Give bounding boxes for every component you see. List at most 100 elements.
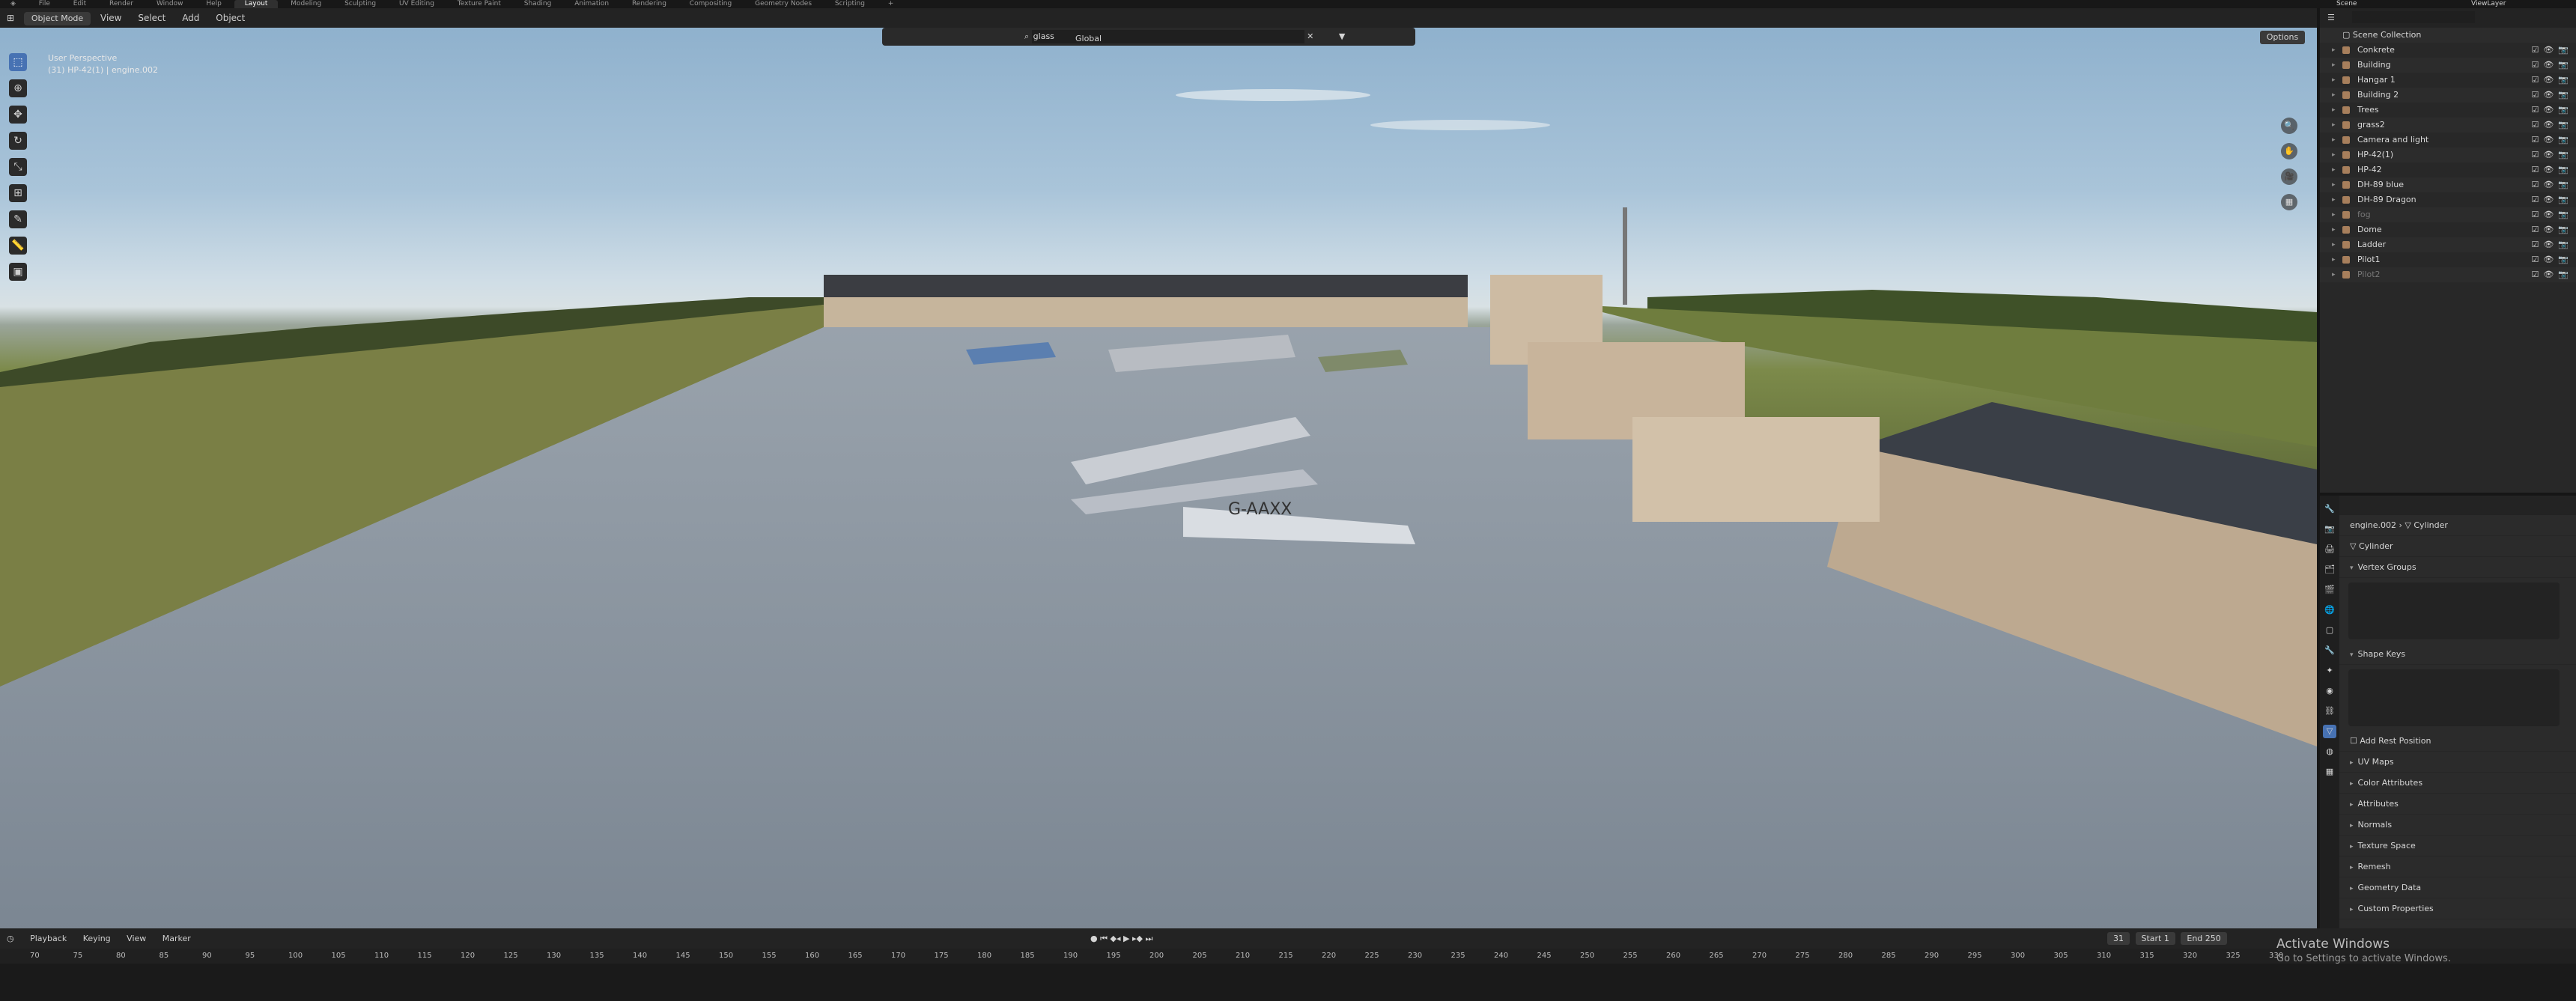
panel-shape-keys[interactable]: ▾ Shape Keys: [2339, 644, 2576, 665]
outliner-item[interactable]: ▸ DH-89 Dragon ☑👁📷: [2320, 192, 2576, 207]
add-rest-position-checkbox[interactable]: ☐ Add Rest Position: [2339, 731, 2576, 752]
record-icon[interactable]: ●: [1090, 934, 1098, 943]
tab-sculpting[interactable]: Sculpting: [334, 0, 386, 8]
outliner-item[interactable]: ▸ Building ☑👁📷: [2320, 58, 2576, 73]
visibility-toggles[interactable]: ☑👁📷: [2531, 103, 2573, 118]
visibility-toggles[interactable]: ☑👁📷: [2531, 252, 2573, 267]
scene-tab-icon[interactable]: 🎬: [2323, 583, 2336, 597]
outliner-item[interactable]: ▸ Trees ☑👁📷: [2320, 103, 2576, 118]
search-input[interactable]: [1031, 29, 1304, 43]
outliner-item[interactable]: ▸ Conkrete ☑👁📷: [2320, 43, 2576, 58]
expand-chevron-icon[interactable]: ▸: [2332, 73, 2336, 88]
jump-start-icon[interactable]: ⏮: [1100, 934, 1108, 943]
measure-tool-icon[interactable]: 📏: [9, 237, 27, 255]
visibility-toggles[interactable]: ☑👁📷: [2531, 162, 2573, 177]
select-box-tool-icon[interactable]: ⬚: [9, 53, 27, 71]
timeline-area[interactable]: 70 75 80 85 90 95 100 105 110 115 120 125 130 135 140 1…: [0, 949, 2576, 1001]
tab-shading[interactable]: Shading: [514, 0, 562, 8]
add-cube-tool-icon[interactable]: ▣: [9, 263, 27, 281]
outliner-item[interactable]: ▸ HP-42(1) ☑👁📷: [2320, 147, 2576, 162]
timeline-editor-icon[interactable]: ◷: [0, 928, 21, 949]
camera-view-icon[interactable]: 🎥: [2281, 168, 2297, 185]
pan-hand-icon[interactable]: ✋: [2281, 143, 2297, 159]
editor-type-icon[interactable]: ⊞: [0, 8, 21, 28]
expand-chevron-icon[interactable]: ▸: [2332, 162, 2336, 177]
menu-view[interactable]: View: [94, 8, 128, 28]
expand-chevron-icon[interactable]: ▸: [2332, 88, 2336, 103]
constraints-tab-icon[interactable]: ⛓: [2323, 705, 2336, 718]
vertex-groups-list[interactable]: [2348, 582, 2560, 639]
object-tab-icon[interactable]: ▢: [2323, 624, 2336, 637]
visibility-toggles[interactable]: ☑👁📷: [2531, 147, 2573, 162]
zoom-icon[interactable]: 🔍: [2281, 118, 2297, 134]
menu-view-timeline[interactable]: View: [120, 928, 153, 949]
play-icon[interactable]: ▶: [1123, 934, 1129, 943]
rotate-tool-icon[interactable]: ↻: [9, 132, 27, 150]
add-workspace-icon[interactable]: +: [878, 0, 905, 8]
panel-custom-properties[interactable]: ▸ Custom Properties: [2339, 898, 2576, 919]
visibility-toggles[interactable]: ☑👁📷: [2531, 88, 2573, 103]
expand-chevron-icon[interactable]: ▸: [2332, 252, 2336, 267]
outliner-item[interactable]: ▸ HP-42 ☑👁📷: [2320, 162, 2576, 177]
expand-chevron-icon[interactable]: ▸: [2332, 133, 2336, 147]
options-button[interactable]: Options: [2260, 31, 2305, 44]
jump-end-icon[interactable]: ⏭: [1145, 934, 1152, 943]
transform-tool-icon[interactable]: ⊞: [9, 184, 27, 202]
menu-edit[interactable]: Edit: [63, 0, 97, 8]
expand-chevron-icon[interactable]: ▸: [2332, 177, 2336, 192]
particles-tab-icon[interactable]: ✦: [2323, 664, 2336, 678]
outliner-item[interactable]: ▸ DH-89 blue ☑👁📷: [2320, 177, 2576, 192]
tab-animation[interactable]: Animation: [564, 0, 619, 8]
panel-remesh[interactable]: ▸ Remesh: [2339, 857, 2576, 877]
output-tab-icon[interactable]: 🖨: [2323, 543, 2336, 556]
mesh-datablock-selector[interactable]: ▽ Cylinder: [2339, 536, 2576, 557]
scene-collection-row[interactable]: ▢ Scene Collection: [2320, 28, 2576, 43]
visibility-toggles[interactable]: ☑👁📷: [2531, 133, 2573, 147]
menu-marker[interactable]: Marker: [156, 928, 198, 949]
panel-color-attributes[interactable]: ▸ Color Attributes: [2339, 773, 2576, 794]
expand-chevron-icon[interactable]: ▸: [2332, 207, 2336, 222]
panel-geometry-data[interactable]: ▸ Geometry Data: [2339, 877, 2576, 898]
outliner-item[interactable]: ▸ Camera and light ☑👁📷: [2320, 133, 2576, 147]
next-key-icon[interactable]: ▸◆: [1132, 934, 1143, 943]
tab-texture-paint[interactable]: Texture Paint: [447, 0, 511, 8]
visibility-toggles[interactable]: ☑👁📷: [2531, 267, 2573, 282]
physics-tab-icon[interactable]: ◉: [2323, 684, 2336, 698]
menu-select[interactable]: Select: [131, 8, 172, 28]
visibility-toggles[interactable]: ☑👁📷: [2531, 43, 2573, 58]
scale-tool-icon[interactable]: ⤡: [9, 158, 27, 176]
tab-scripting[interactable]: Scripting: [824, 0, 875, 8]
shape-keys-list[interactable]: [2348, 669, 2560, 726]
outliner-item[interactable]: ▸ fog ☑👁📷: [2320, 207, 2576, 222]
outliner-item[interactable]: ▸ grass2 ☑👁📷: [2320, 118, 2576, 133]
material-tab-icon[interactable]: ◍: [2323, 745, 2336, 758]
expand-chevron-icon[interactable]: ▸: [2332, 58, 2336, 73]
3d-viewport[interactable]: G-AAXX ⬚ ⊕ ✥ ↻ ⤡ ⊞ ✎ 📏 ▣ User Perspectiv…: [0, 28, 2317, 928]
menu-render[interactable]: Render: [99, 0, 144, 8]
outliner-item[interactable]: ▸ Building 2 ☑👁📷: [2320, 88, 2576, 103]
visibility-toggles[interactable]: ☑👁📷: [2531, 177, 2573, 192]
menu-playback[interactable]: Playback: [23, 928, 73, 949]
tab-compositing[interactable]: Compositing: [679, 0, 742, 8]
menu-add[interactable]: Add: [175, 8, 206, 28]
current-frame-field[interactable]: 31: [2107, 932, 2130, 945]
visibility-toggles[interactable]: ☑👁📷: [2531, 118, 2573, 133]
visibility-toggles[interactable]: ☑👁📷: [2531, 207, 2573, 222]
annotate-tool-icon[interactable]: ✎: [9, 210, 27, 228]
view-layer-selector[interactable]: ViewLayer: [2471, 0, 2506, 8]
tab-uv-editing[interactable]: UV Editing: [389, 0, 445, 8]
panel-vertex-groups[interactable]: ▾ Vertex Groups: [2339, 557, 2576, 578]
panel-texture-space[interactable]: ▸ Texture Space: [2339, 836, 2576, 857]
visibility-toggles[interactable]: ☑👁📷: [2531, 58, 2573, 73]
scene-selector[interactable]: Scene: [2336, 0, 2357, 8]
tab-layout[interactable]: Layout: [234, 0, 279, 8]
texture-tab-icon[interactable]: ▦: [2323, 765, 2336, 779]
menu-object[interactable]: Object: [209, 8, 252, 28]
outliner-item[interactable]: ▸ Pilot1 ☑👁📷: [2320, 252, 2576, 267]
expand-chevron-icon[interactable]: ▸: [2332, 103, 2336, 118]
expand-chevron-icon[interactable]: ▸: [2332, 118, 2336, 133]
orientation-selector[interactable]: Global: [1075, 34, 1102, 43]
panel-uv-maps[interactable]: ▸ UV Maps: [2339, 752, 2576, 773]
tab-rendering[interactable]: Rendering: [622, 0, 677, 8]
tab-geometry-nodes[interactable]: Geometry Nodes: [744, 0, 822, 8]
